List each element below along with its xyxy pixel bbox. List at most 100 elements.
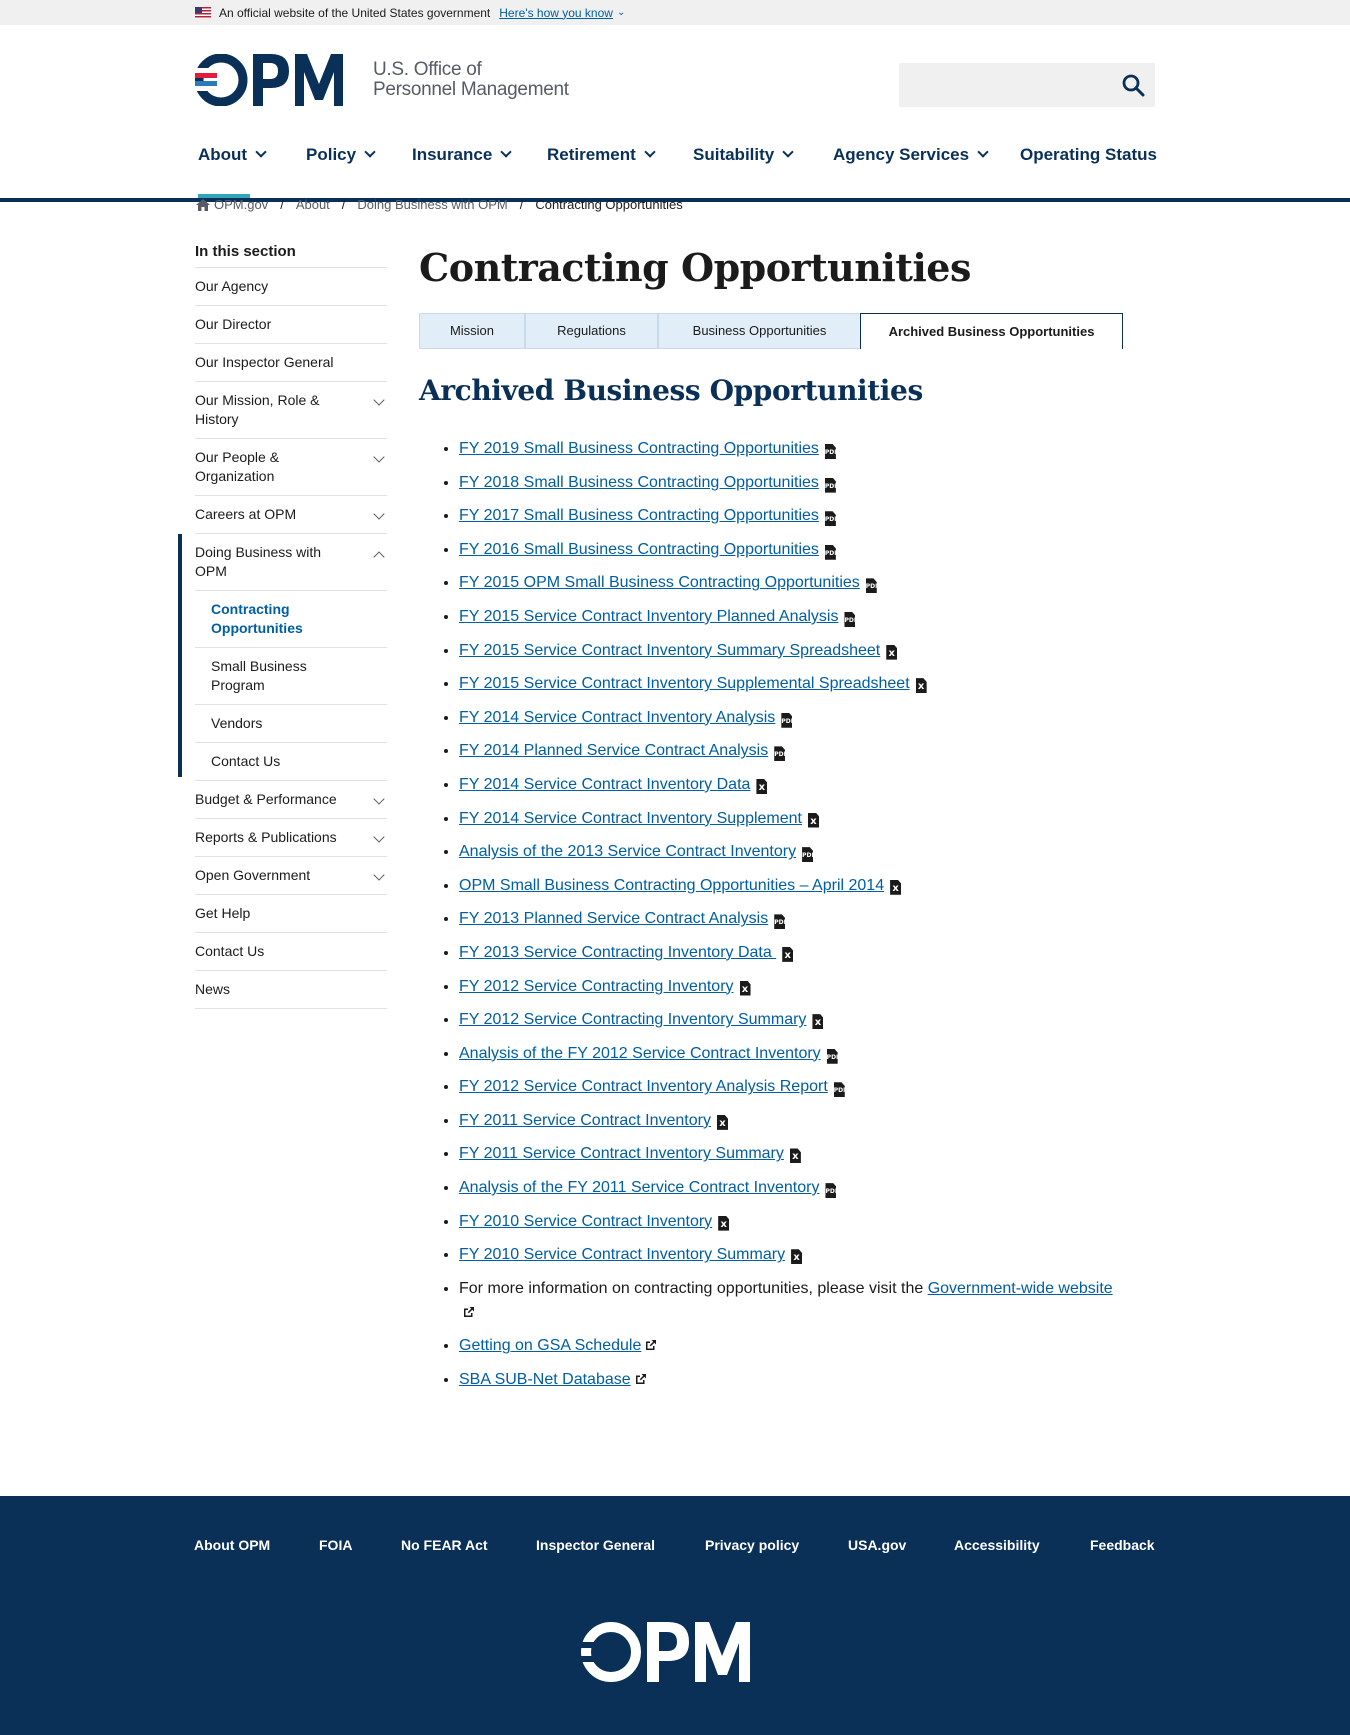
nav-label: Policy (306, 145, 357, 164)
sidebar-item-news[interactable]: News (195, 971, 387, 1009)
search-box[interactable] (899, 63, 1155, 107)
nav-agency-services[interactable]: Agency Services (833, 134, 989, 198)
document-link[interactable]: FY 2010 Service Contract Inventory Summa… (459, 1246, 785, 1263)
nav-insurance[interactable]: Insurance (412, 134, 512, 198)
sidebar-item-inspector-general[interactable]: Our Inspector General (195, 344, 387, 382)
footer-opm-logo[interactable] (581, 1622, 764, 1682)
tab-regulations[interactable]: Regulations (525, 313, 658, 349)
list-item: Analysis of the 2013 Service Contract In… (459, 840, 1119, 864)
document-link[interactable]: Analysis of the 2013 Service Contract In… (459, 843, 796, 860)
document-link[interactable]: FY 2012 Service Contracting Inventory Su… (459, 1011, 806, 1028)
sidebar-item-get-help[interactable]: Get Help (195, 895, 387, 933)
nav-label: Insurance (412, 145, 493, 164)
agency-name-line2: Personnel Management (373, 79, 569, 100)
sidebar-item-mission-role-history[interactable]: Our Mission, Role & History (195, 382, 387, 439)
sidebar-item-reports-publications[interactable]: Reports & Publications (195, 819, 387, 857)
breadcrumb-about[interactable]: About (296, 197, 330, 212)
sidebar-subitem-contracting-opportunities[interactable]: Contracting Opportunities (195, 591, 387, 648)
opm-logo[interactable]: U.S. Office of Personnel Management (195, 54, 569, 106)
excel-file-icon: x (756, 778, 768, 794)
footer-link-accessibility[interactable]: Accessibility (954, 1537, 1040, 1553)
chevron-down-icon[interactable]: ⌄ (617, 7, 625, 18)
footer-link-privacy-policy[interactable]: Privacy policy (705, 1537, 799, 1553)
sidebar-subitem-contact-us[interactable]: Contact Us (195, 743, 387, 781)
footer-link-feedback[interactable]: Feedback (1090, 1537, 1155, 1553)
sidebar-item-doing-business[interactable]: Doing Business with OPM (195, 534, 387, 591)
chevron-down-icon[interactable] (373, 793, 385, 805)
document-link[interactable]: Analysis of the FY 2011 Service Contract… (459, 1179, 819, 1196)
external-link-getting-on-gsa-schedule[interactable]: Getting on GSA Schedule (459, 1337, 641, 1354)
document-link[interactable]: FY 2014 Planned Service Contract Analysi… (459, 742, 768, 759)
external-link-sba-sub-net-database[interactable]: SBA SUB-Net Database (459, 1371, 631, 1388)
sidebar-subitem-vendors[interactable]: Vendors (195, 705, 387, 743)
document-link[interactable]: FY 2011 Service Contract Inventory (459, 1112, 711, 1129)
document-link[interactable]: FY 2015 Service Contract Inventory Plann… (459, 608, 838, 625)
tab-archived-business-opportunities[interactable]: Archived Business Opportunities (860, 313, 1123, 349)
document-link[interactable]: FY 2013 Service Contracting Inventory Da… (459, 944, 776, 961)
nav-suitability[interactable]: Suitability (693, 134, 794, 198)
document-link[interactable]: FY 2012 Service Contract Inventory Analy… (459, 1078, 828, 1095)
document-link[interactable]: Analysis of the FY 2012 Service Contract… (459, 1045, 821, 1062)
chevron-down-icon[interactable] (373, 508, 385, 520)
list-item: Analysis of the FY 2012 Service Contract… (459, 1042, 1119, 1066)
sidebar-item-contact-us[interactable]: Contact Us (195, 933, 387, 971)
document-link[interactable]: FY 2015 OPM Small Business Contracting O… (459, 574, 860, 591)
chevron-up-icon[interactable] (373, 551, 385, 563)
sidebar-item-budget-performance[interactable]: Budget & Performance (195, 781, 387, 819)
document-link[interactable]: FY 2014 Service Contract Inventory Data (459, 776, 750, 793)
document-link[interactable]: FY 2010 Service Contract Inventory (459, 1213, 712, 1230)
sidebar-item-label: Vendors (211, 715, 263, 731)
pdf-file-icon: PDF (781, 712, 793, 728)
document-link[interactable]: FY 2014 Service Contract Inventory Analy… (459, 709, 775, 726)
list-item: FY 2013 Planned Service Contract Analysi… (459, 907, 1119, 931)
pdf-file-icon: PDF (833, 1082, 845, 1098)
chevron-down-icon[interactable] (373, 451, 385, 463)
document-link[interactable]: FY 2011 Service Contract Inventory Summa… (459, 1145, 784, 1162)
nav-retirement[interactable]: Retirement (547, 134, 656, 198)
footer-link-foia[interactable]: FOIA (319, 1537, 352, 1553)
sidebar-item-our-director[interactable]: Our Director (195, 306, 387, 344)
sidebar-subitem-small-business-program[interactable]: Small Business Program (195, 648, 387, 705)
footer-link-inspector-general[interactable]: Inspector General (536, 1537, 655, 1553)
chevron-down-icon[interactable] (373, 394, 385, 406)
document-link[interactable]: FY 2012 Service Contracting Inventory (459, 978, 734, 995)
document-list: FY 2019 Small Business Contracting Oppor… (419, 437, 1119, 1392)
document-link[interactable]: FY 2014 Service Contract Inventory Suppl… (459, 810, 802, 827)
more-info-text: For more information on contracting oppo… (459, 1279, 928, 1297)
document-link[interactable]: FY 2018 Small Business Contracting Oppor… (459, 474, 819, 491)
nav-policy[interactable]: Policy (306, 134, 376, 198)
sidebar-item-open-government[interactable]: Open Government (195, 857, 387, 895)
document-link[interactable]: FY 2017 Small Business Contracting Oppor… (459, 507, 819, 524)
breadcrumb-doing-business[interactable]: Doing Business with OPM (357, 197, 507, 212)
sidebar-group-doing-business: Doing Business with OPM Contracting Oppo… (178, 534, 387, 781)
government-wide-website-link[interactable]: Government-wide website (928, 1280, 1113, 1297)
chevron-down-icon[interactable] (373, 869, 385, 881)
list-item: FY 2015 Service Contract Inventory Suppl… (459, 672, 1119, 696)
tab-business-opportunities[interactable]: Business Opportunities (658, 313, 861, 349)
tab-mission[interactable]: Mission (419, 313, 525, 349)
nav-about[interactable]: About (198, 134, 267, 198)
list-item: FY 2013 Service Contracting Inventory Da… (459, 941, 1119, 965)
chevron-down-icon[interactable] (373, 831, 385, 843)
sidebar-item-careers[interactable]: Careers at OPM (195, 496, 387, 534)
document-link[interactable]: OPM Small Business Contracting Opportuni… (459, 877, 884, 894)
heres-how-you-know-link[interactable]: Here's how you know (499, 6, 613, 20)
sidebar-item-people-organization[interactable]: Our People & Organization (195, 439, 387, 496)
sidebar-item-our-agency[interactable]: Our Agency (195, 268, 387, 306)
document-link[interactable]: FY 2013 Planned Service Contract Analysi… (459, 910, 768, 927)
sidebar-nav: In this section Our Agency Our Director … (178, 243, 387, 1009)
document-link[interactable]: FY 2015 Service Contract Inventory Summa… (459, 642, 880, 659)
document-link[interactable]: FY 2019 Small Business Contracting Oppor… (459, 440, 819, 457)
excel-file-icon: x (791, 1249, 803, 1265)
search-icon[interactable] (1121, 73, 1145, 97)
breadcrumb-home[interactable]: OPM.gov (214, 197, 268, 212)
excel-file-icon: x (915, 678, 927, 694)
nav-label: About (198, 145, 248, 164)
nav-operating-status[interactable]: Operating Status (1020, 134, 1157, 198)
document-link[interactable]: FY 2015 Service Contract Inventory Suppl… (459, 675, 910, 692)
document-link[interactable]: FY 2016 Small Business Contracting Oppor… (459, 541, 819, 558)
footer-link-no-fear-act[interactable]: No FEAR Act (401, 1537, 488, 1553)
footer-link-about-opm[interactable]: About OPM (194, 1537, 270, 1553)
sidebar-item-label: Contact Us (211, 753, 281, 769)
footer-link-usa-gov[interactable]: USA.gov (848, 1537, 906, 1553)
